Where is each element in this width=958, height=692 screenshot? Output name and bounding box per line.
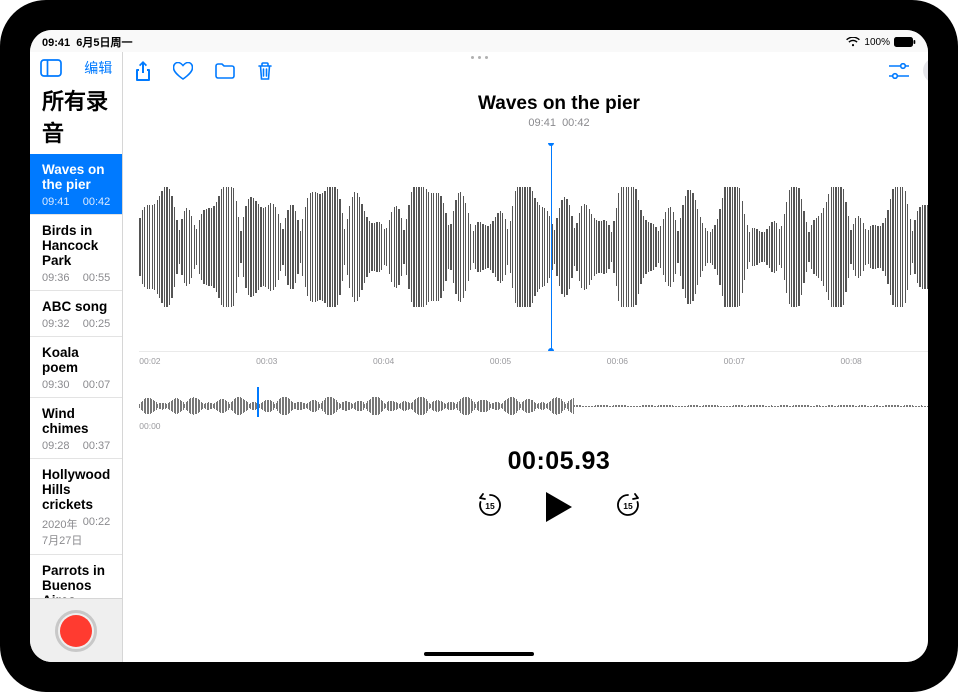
svg-text:15: 15 — [485, 501, 495, 511]
recording-item-name: Parrots in Buenos Aires — [42, 563, 110, 598]
status-bar: 09:41 6月5日周一 100% — [30, 30, 928, 52]
sidebar-toggle-icon[interactable] — [40, 59, 62, 77]
recording-subtitle: 09:41 00:42 — [123, 117, 928, 129]
recording-item[interactable]: Parrots in Buenos Aires2020年7月27日00:51 — [30, 555, 122, 598]
recording-item-name: Koala poem — [42, 345, 110, 375]
recording-item-name: Birds in Hancock Park — [42, 223, 110, 268]
recording-item-time: 09:30 — [42, 379, 70, 391]
recording-item[interactable]: Waves on the pier 09:41 00:42 — [30, 154, 122, 215]
wifi-icon — [846, 37, 860, 47]
recording-item[interactable]: Koala poem 09:30 00:07 — [30, 337, 122, 398]
recording-item[interactable]: Birds in Hancock Park 09:36 00:55 — [30, 215, 122, 291]
recording-item-duration: 00:25 — [83, 318, 111, 330]
battery-icon — [894, 37, 916, 47]
recording-item-time: 2020年7月27日 — [42, 516, 83, 548]
recording-item[interactable]: Hollywood Hills crickets 2020年7月27日00:22 — [30, 459, 122, 555]
tick-label: 00:04 — [373, 356, 394, 367]
record-button[interactable] — [55, 610, 97, 652]
folder-icon[interactable] — [215, 61, 235, 81]
recording-item[interactable]: ABC song 09:32 00:25 — [30, 291, 122, 337]
recording-item-time: 09:41 — [42, 196, 70, 208]
tick-label: 00:05 — [490, 356, 511, 367]
recording-item-duration: 00:37 — [83, 440, 111, 452]
svg-text:15: 15 — [623, 501, 633, 511]
current-time: 00:05.93 — [123, 447, 928, 476]
tick-label: 00:03 — [256, 356, 277, 367]
recording-item-duration: 00:22 — [83, 516, 111, 548]
recording-item-time: 09:36 — [42, 272, 70, 284]
sidebar: 编辑 所有录音 Waves on the pier 09:41 00:42 Birds… — [30, 52, 123, 662]
tick-label: 00:07 — [724, 356, 745, 367]
waveform-zoom[interactable] — [139, 143, 928, 351]
status-date: 6月5日周一 — [76, 37, 132, 49]
recording-list[interactable]: Waves on the pier 09:41 00:42 Birds in Hanc… — [30, 154, 122, 598]
sidebar-edit-button[interactable]: 编辑 — [84, 58, 112, 78]
overview-playhead[interactable] — [257, 387, 259, 417]
recording-item-name: Waves on the pier — [42, 162, 110, 192]
tick-label: 00:06 — [607, 356, 628, 367]
play-button[interactable] — [544, 490, 574, 524]
recording-item-name: Wind chimes — [42, 406, 110, 436]
recording-item-name: Hollywood Hills crickets — [42, 467, 110, 512]
settings-sliders-icon[interactable] — [889, 63, 909, 79]
recording-item[interactable]: Wind chimes 09:28 00:37 — [30, 398, 122, 459]
multitask-grabber[interactable] — [465, 56, 493, 59]
time-ticks: 00:0200:0300:0400:0500:0600:0700:0800:09 — [139, 351, 928, 367]
recording-item-duration: 00:55 — [83, 272, 111, 284]
recording-item-duration: 00:42 — [83, 196, 111, 208]
tick-label: 00:02 — [139, 356, 160, 367]
trash-icon[interactable] — [257, 61, 273, 81]
waveform-overview[interactable]: 00:00 00:42 — [139, 387, 928, 429]
status-time: 09:41 — [42, 37, 70, 49]
home-indicator[interactable] — [424, 652, 534, 656]
tick-label: 00:08 — [841, 356, 862, 367]
recording-item-name: ABC song — [42, 299, 110, 314]
recording-title[interactable]: Waves on the pier — [123, 93, 928, 115]
favorite-icon[interactable] — [173, 61, 193, 81]
battery-percent: 100% — [864, 37, 890, 48]
recording-item-duration: 00:07 — [83, 379, 111, 391]
detail-pane: 编辑 Waves on the pier 09:41 00:42 00:02 00… — [123, 52, 928, 662]
recording-item-time: 09:32 — [42, 318, 70, 330]
edit-recording-button[interactable]: 编辑 — [923, 58, 928, 83]
sidebar-title: 所有录音 — [30, 78, 122, 154]
forward-15-button[interactable]: 15 — [614, 491, 642, 524]
rewind-15-button[interactable]: 15 — [476, 491, 504, 524]
overview-start: 00:00 — [139, 421, 160, 431]
playhead[interactable] — [551, 143, 553, 351]
share-icon[interactable] — [135, 61, 151, 81]
playback-controls: 15 15 — [123, 490, 928, 524]
recording-item-time: 09:28 — [42, 440, 70, 452]
sidebar-footer — [30, 598, 122, 662]
